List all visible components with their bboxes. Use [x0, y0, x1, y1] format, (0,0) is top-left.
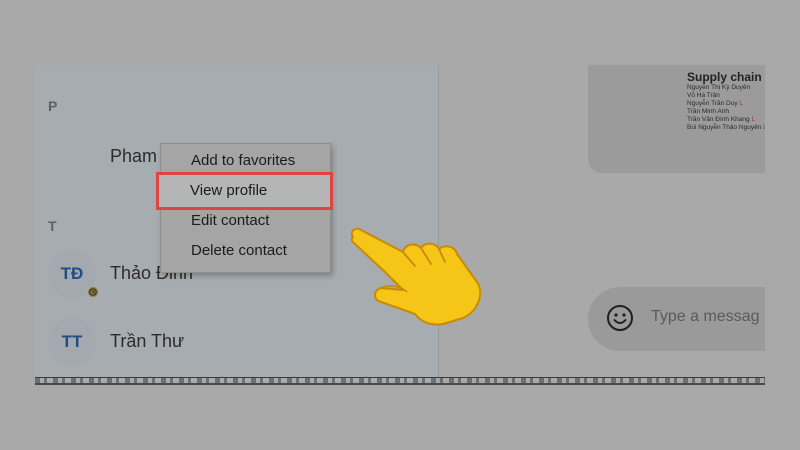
preview-line: Nguyễn Thị Kỳ Duyên — [687, 84, 751, 91]
cut-off-text — [35, 378, 765, 383]
clock-icon — [86, 285, 100, 299]
avatar-initials: TĐ — [60, 264, 84, 283]
preview-title: Supply chain — [687, 70, 762, 84]
preview-line-mark: L — [763, 124, 765, 131]
preview-line: Trần Văn Đình Khang L — [687, 116, 755, 124]
preview-line-text: Nguyễn Trần Duy — [687, 100, 738, 107]
message-input[interactable]: Type a messag — [651, 308, 760, 326]
contact-name: Trần Thư — [110, 331, 185, 351]
avatar-initials: TT — [61, 332, 83, 351]
preview-line-text: Bùi Nguyễn Thảo Nguyên — [687, 124, 762, 131]
preview-line: Trần Minh Anh — [687, 108, 730, 115]
section-header-t: T — [48, 218, 57, 234]
message-composer[interactable]: Type a messag — [588, 287, 765, 351]
menu-item-edit-contact[interactable]: Edit contact — [161, 206, 330, 236]
contact-name-pham[interactable]: Pham — [110, 146, 157, 167]
preview-line: Bùi Nguyễn Thảo Nguyên L — [687, 124, 765, 132]
page-divider — [35, 377, 765, 385]
preview-line-mark: L — [751, 116, 756, 123]
shared-image-preview[interactable]: Supply chain Nguyễn Thị Kỳ Duyên Võ Hà T… — [588, 65, 765, 173]
pointing-hand-icon — [350, 227, 482, 326]
preview-line: Võ Hà Trân — [687, 92, 720, 99]
avatar: TT — [48, 318, 96, 366]
menu-item-label: View profile — [190, 182, 268, 199]
section-header-p: P — [48, 98, 58, 114]
menu-item-view-profile[interactable]: View profile — [156, 172, 333, 210]
menu-item-delete-contact[interactable]: Delete contact — [161, 236, 330, 266]
preview-line-mark: L — [739, 100, 744, 107]
emoji-icon[interactable] — [606, 304, 634, 332]
preview-line-text: Trần Văn Đình Khang — [687, 116, 750, 123]
preview-line: Nguyễn Trần Duy L — [687, 100, 743, 108]
